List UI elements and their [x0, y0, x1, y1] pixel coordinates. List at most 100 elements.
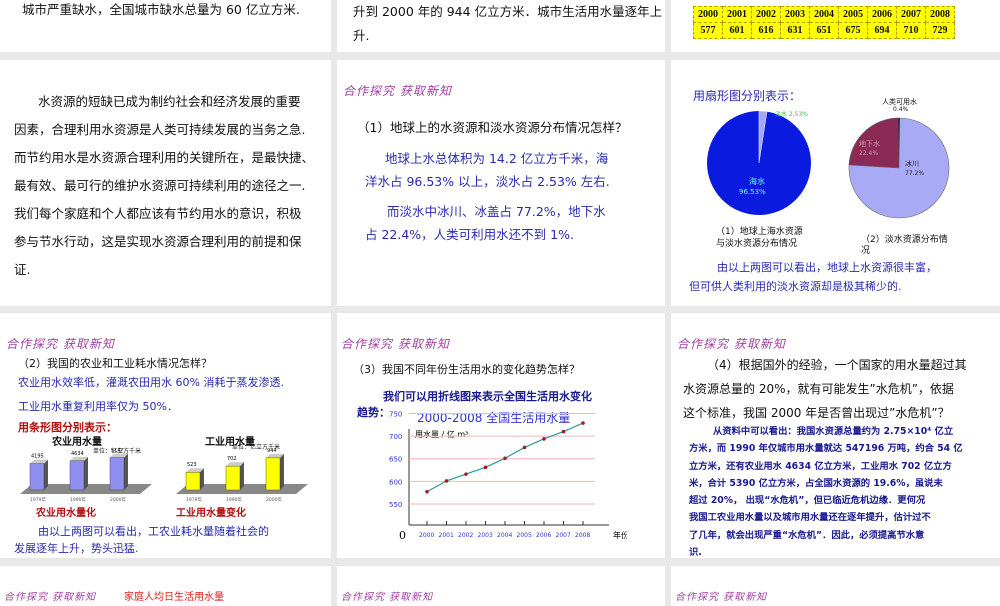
- table-year-cell: 2001: [722, 6, 752, 23]
- slide-thumbnail-8[interactable]: 合作探究 获取新知 （3）我国不同年份生活用水的变化趋势怎样？ 我们可以用折线图…: [337, 313, 665, 558]
- pie-caption: （2）淡水资源分布情: [861, 235, 948, 245]
- question: （2）我国的农业和工业耗水情况怎样？: [18, 357, 212, 370]
- pie-label: 海水: [749, 176, 765, 186]
- paragraph-line: 而节约用水是水资源合理利用的关键所在，是最快捷、: [14, 150, 315, 165]
- slide-heading: 合作探究 获取新知: [6, 337, 115, 351]
- freshwater-pie-chart: 地下水 22.4% 冰川 77.2%: [848, 117, 950, 219]
- slide-thumbnail-6[interactable]: 用扇形图分别表示： 海水 96.53% 淡水 2.53% 地下水 22.4% 冰…: [671, 60, 1000, 306]
- slide-text-line: 升.: [353, 28, 370, 43]
- y-tick-label: 750: [389, 411, 402, 419]
- answer-line: 洋水占 96.53% 以上，淡水占 2.53% 左右.: [365, 174, 610, 189]
- question: （1）地球上的水资源和淡水资源分布情况怎样？: [357, 120, 628, 135]
- bar-chart-caption: 工业用水量变化: [176, 508, 246, 519]
- question-line: 这个标准，我国 2000 年是否曾出现过”水危机”？: [683, 406, 950, 420]
- table-year-cell: 2005: [838, 6, 868, 23]
- paragraph-line: 参与节水行动，这是实现水资源合理利用的前提和保: [14, 234, 302, 249]
- question-line: 水资源总量的 20%，就有可能发生”水危机”，依据: [683, 382, 954, 396]
- table-value-cell: 631: [780, 22, 810, 39]
- question: （3）我国不同年份生活用水的变化趋势怎样？: [353, 363, 580, 376]
- bar: [265, 457, 281, 491]
- bar-side: [240, 462, 244, 490]
- table-value-cell: 710: [896, 22, 926, 39]
- bar-chart-caption: 农业用水量化: [36, 508, 96, 519]
- data-point: [503, 456, 507, 461]
- x-tick-label: 2004: [497, 532, 512, 539]
- bar: [185, 472, 201, 491]
- bar-value-label: 5147: [111, 448, 124, 454]
- bar-year-label: 2000年: [266, 496, 282, 503]
- bar-year-label: 1990年: [226, 496, 242, 503]
- y-axis-label: 用水量 / 亿 m³: [415, 429, 468, 439]
- data-point: [425, 489, 429, 494]
- bar-value-label: 4634: [71, 451, 84, 457]
- slide-thumbnail-9[interactable]: 合作探究 获取新知 （4）根据国外的经验，一个国家的用水量超过其 水资源总量的 …: [671, 313, 1000, 558]
- pie-label: 地下水: [859, 139, 880, 148]
- answer-line: 识.: [689, 547, 702, 558]
- slide-thumbnail-12[interactable]: 合作探究 获取新知: [671, 566, 1000, 606]
- data-point: [542, 437, 546, 441]
- conclusion: 由以上两图可以看出，工农业耗水量随着社会的: [38, 525, 269, 538]
- slide-thumbnail-7[interactable]: 合作探究 获取新知 （2）我国的农业和工业耗水情况怎样？ 农业用水效率低，灌溉农…: [0, 313, 331, 558]
- x-tick-label: 2006: [536, 532, 551, 539]
- line-chart: 2000-2008 全国生活用水量用水量 / 亿 m³ 年份 0 550 600 650 7…: [389, 410, 627, 542]
- slide-thumbnail-3[interactable]: 2000 2001 2002 2003 2004 2005 2006 2007 2008 577 6…: [671, 0, 1000, 52]
- answer-line: 方米，而 1990 年仅城市用水量就达 547196 万吨，约合 54 亿: [689, 443, 963, 455]
- pie-value: 0.4%: [893, 106, 909, 113]
- data-point: [561, 429, 566, 434]
- y-tick-label: 550: [389, 501, 402, 509]
- answer-line: 了几年，就会出现严重“水危机”．因此，必须提高节水意: [689, 529, 925, 541]
- slide-thumbnail-1[interactable]: 城市严重缺水，全国城市缺水总量为 60 亿立方米.: [0, 0, 331, 52]
- slide-subtitle: 家庭人均日生活用水量: [124, 592, 224, 603]
- table-value-cell: 601: [722, 22, 752, 39]
- paragraph-line: 因素，合理利用水资源是人类可持续发展的当务之急.: [14, 122, 306, 137]
- agri-bar-chart: 4195 1979年 4634 1990年 5147 2000年: [20, 448, 152, 503]
- answer-line: 工业用水重复利用率仅为 50%．: [18, 400, 178, 413]
- industry-bar-chart: 523 1979年 702 1990年 944 2000年: [176, 448, 308, 503]
- slide-thumbnail-11[interactable]: 合作探究 获取新知: [337, 566, 665, 606]
- bar-side: [44, 459, 48, 490]
- origin-label: 0: [399, 529, 406, 542]
- answer-line: 占 22.4%，人类可利用水还不到 1%.: [365, 227, 574, 242]
- bar-year-label: 2000年: [110, 496, 126, 503]
- bar-value-label: 4195: [31, 454, 44, 460]
- table-value-cell: 616: [751, 22, 781, 39]
- bar-value-label: 523: [187, 462, 197, 468]
- slide-thumbnail-10[interactable]: 合作探究 获取新知 家庭人均日生活用水量: [0, 566, 331, 606]
- slide-thumbnail-2[interactable]: 升到 2000 年的 944 亿立方米．城市生活用水量逐年上 升.: [337, 0, 665, 52]
- conclusion: 由以上两图可以看出，地球上水资源很丰富，: [717, 261, 937, 274]
- bar-side: [124, 453, 128, 490]
- question-line: （4）根据国外的经验，一个国家的用水量超过其: [707, 358, 967, 372]
- table-year-cell: 2000: [693, 6, 723, 23]
- slide-thumbnail-4[interactable]: 水资源的短缺已成为制约社会和经济发展的重要 因素，合理利用水资源是人类可持续发展的…: [0, 60, 331, 306]
- answer-line: 立方米，还有农业用水 4634 亿立方米，工业用水 702 亿立方: [689, 460, 952, 472]
- table-year-cell: 2006: [867, 6, 897, 23]
- bar-year-label: 1979年: [30, 496, 46, 503]
- chart-title: 2000-2008 全国生活用水量: [417, 410, 570, 425]
- intro-line: 我们可以用折线图来表示全国生活用水变化: [383, 390, 592, 403]
- paragraph-line: 我们每个家庭和个人都应该有节约用水的意识，积极: [14, 206, 302, 221]
- bar-value-label: 702: [227, 456, 237, 462]
- bar: [225, 465, 241, 491]
- answer-line: 农业用水效率低，灌溉农田用水 60% 消耗于蒸发渗透.: [18, 376, 284, 389]
- table-year-cell: 2003: [780, 6, 810, 23]
- answer-line: 米，合计 5390 亿立方米，占全国水资源的 19.6%，虽说未: [689, 477, 943, 489]
- table-year-cell: 2007: [896, 6, 926, 23]
- slide-heading: 合作探究 获取新知: [4, 592, 97, 603]
- slide-heading: 合作探究 获取新知: [341, 337, 450, 351]
- sea-fresh-pie-chart: 海水 96.53%: [707, 110, 811, 215]
- table-value-cell: 577: [693, 22, 723, 39]
- x-tick-label: 2001: [439, 532, 454, 539]
- slide-heading: 合作探究 获取新知: [675, 592, 768, 603]
- x-tick-label: 2000: [419, 532, 434, 539]
- slide-subtitle: 用扇形图分别表示：: [693, 89, 802, 103]
- slide-thumbnail-5[interactable]: 合作探究 获取新知 （1）地球上的水资源和淡水资源分布情况怎样？ 地球上水总体积…: [337, 60, 665, 306]
- answer-line: 从资料中可以看出：我国水资源总量约为 2.75×10⁴ 亿立: [713, 426, 954, 437]
- pie-label: 冰川: [905, 159, 919, 168]
- table-value-cell: 675: [838, 22, 868, 39]
- slide-heading: 合作探究 获取新知: [677, 337, 786, 351]
- paragraph-line: 最有效、最可行的维护水资源可持续利用的途径之一.: [14, 178, 306, 193]
- table-value-cell: 729: [925, 22, 955, 39]
- y-tick-label: 600: [389, 478, 402, 486]
- answer-line: 我国工农业用水量以及城市用水量还在逐年提升，估计过不: [689, 512, 931, 524]
- x-tick-label: 2003: [478, 532, 493, 539]
